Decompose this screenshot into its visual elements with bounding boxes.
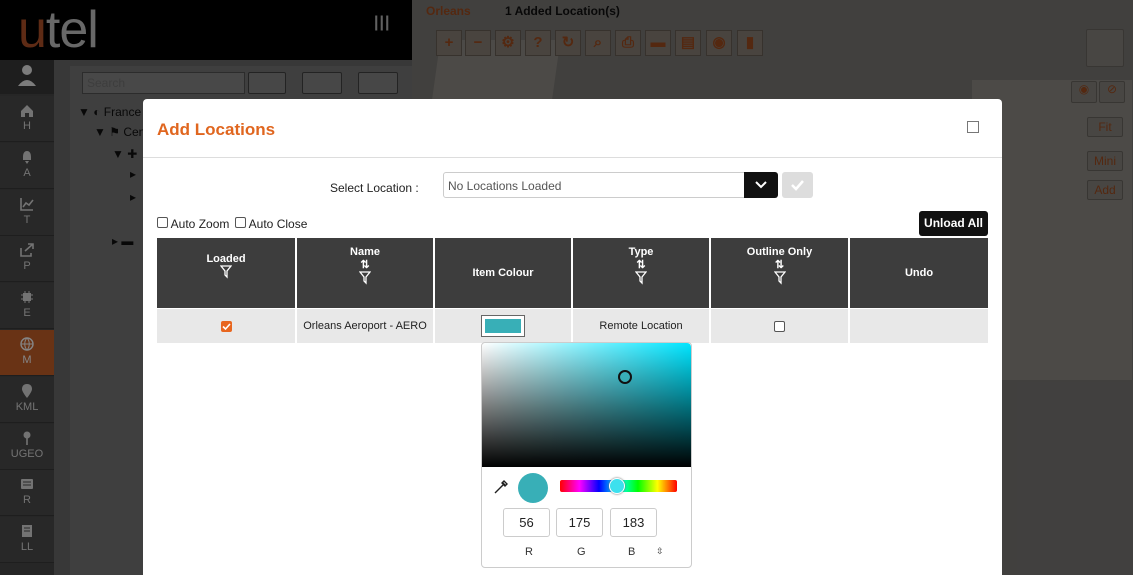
color-preview: [518, 473, 548, 503]
modal-title: Add Locations: [157, 120, 276, 139]
col-loaded: Loaded: [157, 238, 295, 308]
divider: [143, 157, 1002, 158]
sort-icon[interactable]: ⇅: [711, 258, 848, 271]
location-type: Remote Location: [573, 309, 709, 343]
sort-icon[interactable]: ⇅: [297, 258, 433, 271]
confirm-button[interactable]: [782, 172, 813, 198]
outline-only-cell: [711, 309, 848, 343]
red-label: R: [525, 546, 533, 558]
red-input[interactable]: 56: [503, 508, 550, 537]
hue-handle[interactable]: [609, 478, 625, 494]
auto-close-checkbox[interactable]: [235, 217, 246, 228]
auto-zoom-label: Auto Zoom: [170, 217, 230, 231]
mode-toggle-icon[interactable]: ⇳: [656, 546, 664, 557]
colour-swatch[interactable]: [481, 315, 525, 337]
col-outline-only: Outline Only ⇅: [711, 238, 848, 308]
col-type: Type ⇅: [573, 238, 709, 308]
saturation-value-area[interactable]: [482, 343, 691, 467]
unload-all-button[interactable]: Unload All: [919, 211, 988, 236]
filter-icon[interactable]: [773, 271, 786, 288]
table-row-loaded: [157, 309, 295, 343]
blue-label: B: [628, 546, 636, 558]
col-undo: Undo: [850, 238, 988, 308]
location-name: Orleans Aeroport - AERO: [297, 309, 433, 343]
chevron-down-icon[interactable]: [744, 172, 778, 198]
outline-only-checkbox[interactable]: [774, 320, 785, 332]
expand-icon[interactable]: [967, 121, 979, 133]
col-item-colour: Item Colour: [435, 238, 571, 308]
col-name: Name ⇅: [297, 238, 433, 308]
filter-icon[interactable]: [634, 271, 648, 288]
green-label: G: [577, 546, 586, 558]
location-select[interactable]: No Locations Loaded: [443, 172, 745, 198]
green-input[interactable]: 175: [556, 508, 603, 537]
loaded-checkbox[interactable]: [220, 320, 232, 332]
auto-zoom-option: Auto Zoom: [157, 217, 229, 231]
sort-icon[interactable]: ⇅: [573, 258, 709, 271]
filter-icon[interactable]: [358, 271, 372, 288]
filter-icon[interactable]: [219, 265, 233, 282]
sv-handle[interactable]: [618, 370, 632, 384]
select-location-label: Select Location :: [330, 181, 419, 195]
auto-close-option: Auto Close: [235, 217, 307, 231]
auto-close-label: Auto Close: [248, 217, 308, 231]
eyedropper-icon[interactable]: [492, 478, 510, 499]
auto-zoom-checkbox[interactable]: [157, 217, 168, 228]
blue-input[interactable]: 183: [610, 508, 657, 537]
undo-cell: [850, 309, 988, 343]
